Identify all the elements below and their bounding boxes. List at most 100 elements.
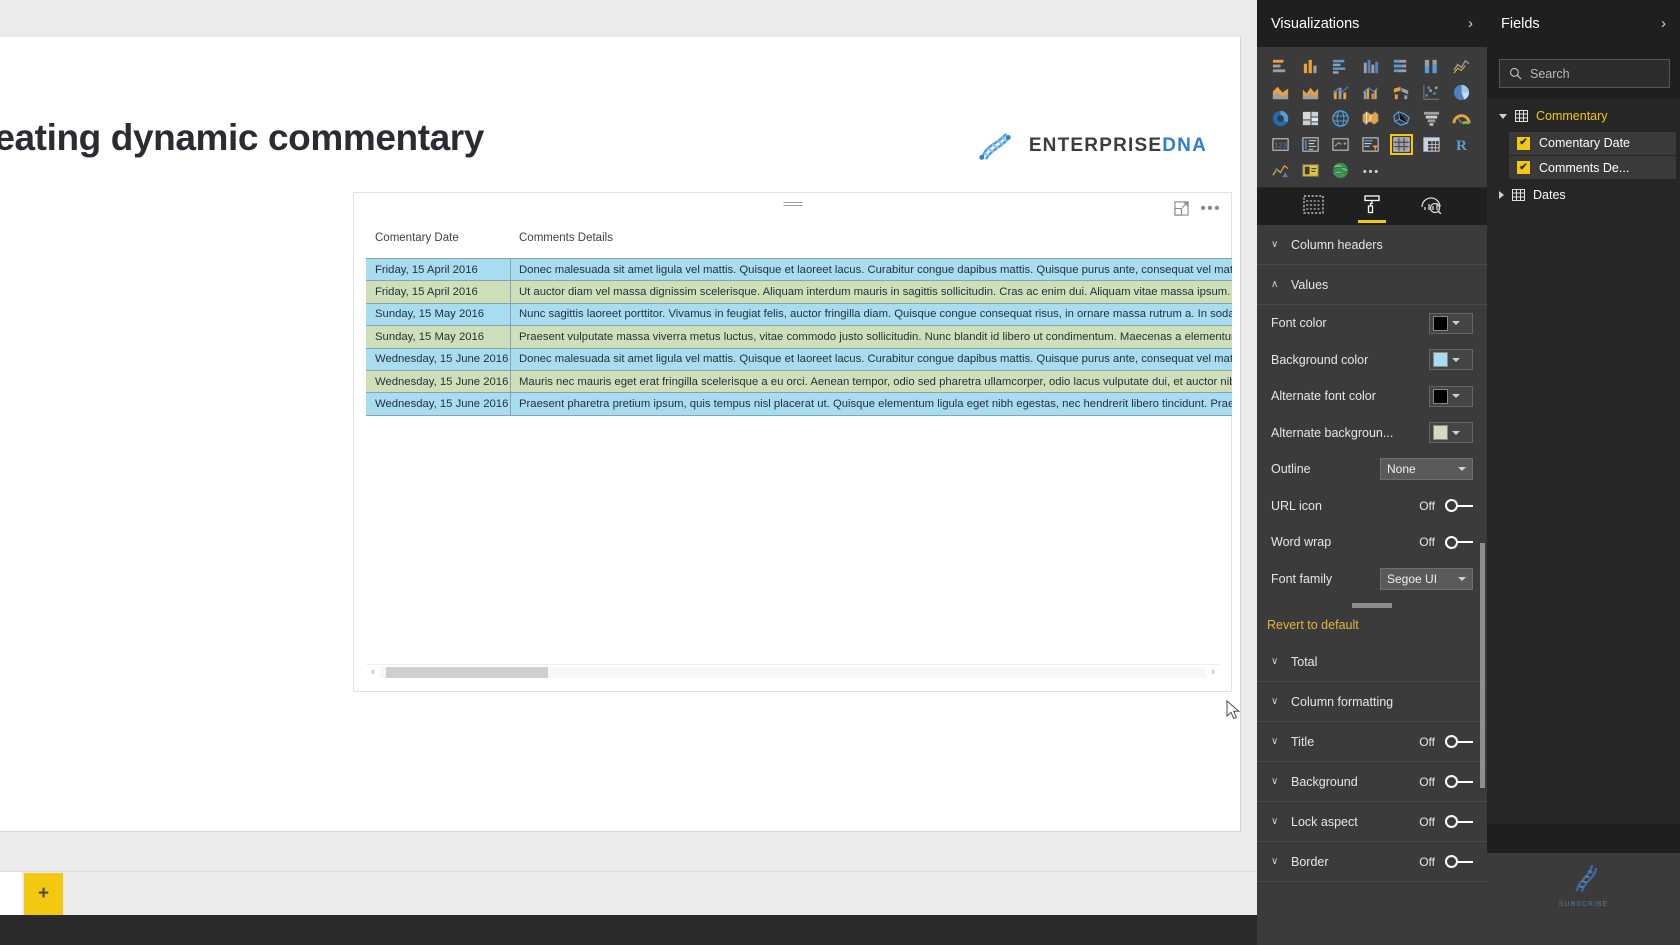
viz-type-ribbon-chart[interactable] [1390,82,1413,103]
toggle-switch[interactable] [1445,499,1473,513]
table-row[interactable]: Sunday, 15 May 2016 Praesent vulputate ma… [366,326,1232,349]
viz-type-arcgis-map[interactable] [1329,160,1352,181]
format-section-column-formatting[interactable]: ∨ Column formatting [1257,682,1487,722]
viz-type-line-stacked-column-chart[interactable] [1329,82,1352,103]
more-options-icon[interactable]: ••• [1200,201,1221,217]
viz-type-100-stacked-bar-chart[interactable] [1390,56,1413,77]
toggle-switch[interactable] [1445,775,1473,788]
table-row[interactable]: Friday, 15 April 2016 Donec malesuada sit… [366,259,1232,282]
color-picker-button[interactable] [1429,312,1473,334]
viz-type-filled-map[interactable] [1359,108,1382,129]
format-section-values[interactable]: ∧ Values [1257,265,1487,305]
tab-format[interactable] [1357,194,1386,223]
focus-mode-icon[interactable] [1174,201,1189,216]
scatter-chart-icon [1423,84,1439,100]
viz-type-stacked-bar-chart[interactable] [1269,56,1292,77]
format-section-background[interactable]: ∨ Background Off [1257,762,1487,802]
viz-type-donut-chart[interactable] [1269,108,1292,129]
toggle-switch[interactable] [1445,735,1473,748]
scroll-left-arrow[interactable]: ‹ [366,666,380,678]
setting-label: Font color [1271,316,1327,331]
tab-fields[interactable] [1302,194,1324,219]
visual-drag-handle[interactable] [783,202,802,206]
color-picker-button[interactable] [1429,385,1473,407]
chevron-down-icon: ∨ [1271,856,1279,867]
column-header-date[interactable]: Comentary Date [366,232,511,244]
field-item[interactable]: ✔ Comments De... [1509,156,1676,179]
add-page-button[interactable]: + [24,873,63,915]
format-section-border[interactable]: ∨ Border Off [1257,842,1487,882]
viz-type-treemap[interactable] [1299,108,1322,129]
funnel-icon [1423,111,1439,126]
viz-type-key-influencers[interactable] [1299,160,1322,181]
table-row[interactable]: Wednesday, 15 June 2016 Praesent pharetra… [366,393,1232,416]
viz-type-clustered-column-chart[interactable] [1359,56,1382,77]
viz-type-funnel[interactable] [1420,108,1443,129]
dropdown-font-family[interactable]: Segoe UI [1380,567,1473,590]
field-table-name: Commentary [1536,109,1608,123]
stacked-area-chart-icon [1303,87,1319,100]
field-table-commentary[interactable]: Commentary [1487,102,1680,130]
field-checkbox[interactable]: ✔ [1517,136,1530,150]
table-row[interactable]: Sunday, 15 May 2016 Nunc sagittis laoreet… [366,303,1232,327]
viz-type-gauge[interactable] [1450,108,1473,129]
viz-type-multi-row-card[interactable] [1299,134,1322,155]
tab-analytics[interactable] [1420,194,1442,219]
section-label: Column headers [1291,237,1383,252]
power-bi-desktop-window: Creating dynamic commentary ENTERPRISEDN… [0,0,1680,945]
svg-text:R: R [1456,137,1468,154]
viz-type-line-chart[interactable] [1450,56,1473,77]
format-section-lock-aspect[interactable]: ∨ Lock aspect Off [1257,802,1487,842]
more-visuals-icon [1363,169,1379,173]
scroll-track[interactable] [380,666,1206,678]
toggle-state-label: Off [1419,774,1435,789]
line-and-area-icon [1272,164,1289,178]
viz-type-stacked-area-chart[interactable] [1299,82,1322,103]
revert-to-default-link[interactable]: Revert to default [1257,608,1487,642]
viz-type-100-stacked-column-chart[interactable] [1420,56,1443,77]
viz-type-line-clustered-column-chart[interactable] [1359,82,1382,103]
format-section-column-headers[interactable]: ∨ Column headers [1257,225,1487,265]
table-row[interactable]: Friday, 15 April 2016 Ut auctor diam vel … [366,281,1232,304]
page-tab-active-edge[interactable] [0,872,22,916]
viz-type-stacked-column-chart[interactable] [1299,56,1322,77]
search-input[interactable]: Search [1499,59,1670,88]
chevron-right-icon[interactable]: › [1468,15,1473,32]
field-table-dates[interactable]: Dates [1487,181,1680,209]
toggle-switch[interactable] [1445,855,1473,868]
color-picker-button[interactable] [1429,349,1473,371]
toggle-bar [1458,780,1473,783]
viz-type-shape-map[interactable] [1390,108,1413,129]
viz-type-more-visuals[interactable] [1359,160,1382,181]
color-picker-button[interactable] [1429,422,1473,444]
viz-type-clustered-bar-chart[interactable] [1329,56,1352,77]
viz-type-kpi[interactable] [1329,134,1352,155]
viz-type-matrix[interactable] [1420,134,1443,155]
scroll-thumb[interactable] [386,666,548,678]
viz-type-scatter-chart[interactable] [1420,82,1443,103]
viz-type-card[interactable]: 123 [1269,134,1292,155]
format-pane-scrollbar[interactable] [1480,543,1485,788]
dropdown-outline[interactable]: None [1380,458,1473,481]
viz-type-r-script-visual[interactable]: R [1450,134,1473,155]
column-header-comments[interactable]: Comments Details [511,232,613,244]
chevron-right-icon[interactable]: › [1661,15,1666,32]
table-row[interactable]: Wednesday, 15 June 2016 Donec malesuada s… [366,348,1232,371]
scroll-right-arrow[interactable]: › [1206,666,1220,678]
toggle-switch[interactable] [1445,535,1473,549]
toggle-switch[interactable] [1445,815,1473,828]
report-page[interactable]: Creating dynamic commentary ENTERPRISEDN… [0,37,1241,832]
format-section-total[interactable]: ∨ Total [1257,642,1487,682]
format-section-title[interactable]: ∨ Title Off [1257,722,1487,762]
viz-type-slicer[interactable] [1359,134,1382,155]
viz-type-table[interactable] [1389,134,1413,155]
table-row[interactable]: Wednesday, 15 June 2016 Mauris nec mauris… [366,370,1232,394]
table-horizontal-scrollbar[interactable]: ‹ › [366,664,1220,679]
viz-type-pie-chart[interactable] [1450,82,1473,103]
table-visual[interactable]: ••• Comentary Date Comments Details Frid… [353,192,1232,692]
viz-type-line-and-area[interactable] [1269,160,1292,181]
field-item[interactable]: ✔ Comentary Date [1509,131,1676,155]
field-checkbox[interactable]: ✔ [1517,161,1530,174]
viz-type-map[interactable] [1329,108,1352,129]
viz-type-area-chart[interactable] [1269,82,1292,103]
